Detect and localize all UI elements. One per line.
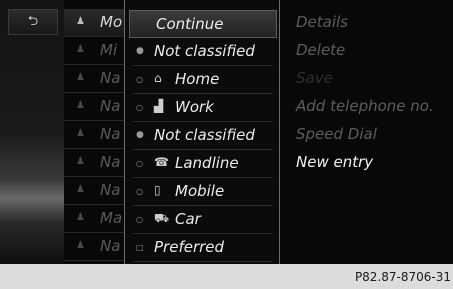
contact-name: Mo <box>100 13 123 31</box>
option-delete[interactable]: Delete <box>296 41 345 59</box>
person-icon: ♟ <box>76 72 85 83</box>
radio-button-icon: ○ <box>136 75 143 84</box>
contact-name: Na <box>100 125 121 143</box>
continue-label: Continue <box>156 15 224 33</box>
contact-list-item[interactable]: ♟ Na <box>64 121 124 149</box>
left-panel: ⮌ <box>0 0 64 264</box>
phone-number-category-menu: Continue ● Not classified ○ ⌂ Home ○ ▟ Work ● Not… <box>124 0 280 264</box>
display-screen: ⮌ ♟ Mo ♟ Mi ♟ Na ♟ Na ♟ Na ♟ Na ♟ Na ♟ Ma ♟ Na ♟Ne Continu… <box>0 0 453 264</box>
options-menu: Details Delete Save Add telephone no. Speed … <box>280 0 453 264</box>
work-icon: ▟ <box>154 99 164 113</box>
back-arrow-icon: ⮌ <box>27 14 39 29</box>
contact-list: ♟ Mo ♟ Mi ♟ Na ♟ Na ♟ Na ♟ Na ♟ Na ♟ Ma ♟ Na ♟Ne <box>64 9 124 261</box>
person-icon: ♟ <box>76 16 85 27</box>
contact-name: Na <box>100 237 121 255</box>
car-icon: ⛟ <box>154 211 170 225</box>
person-icon: ♟ <box>76 128 85 139</box>
menu-item-label: Not classified <box>154 42 255 60</box>
menu-item-label: Mobile <box>175 182 225 200</box>
contact-list-item[interactable]: ♟ Na <box>64 177 124 205</box>
person-icon: ♟ <box>76 44 85 55</box>
radio-button-icon: ○ <box>136 187 143 196</box>
contact-name: Na <box>100 97 121 115</box>
menu-item-not-classified[interactable]: ● Not classified <box>125 122 279 150</box>
menu-item-home[interactable]: ○ ⌂ Home <box>125 66 279 94</box>
contact-list-item[interactable]: ♟ Mi <box>64 37 124 65</box>
person-icon: ♟ <box>76 212 85 223</box>
contact-list-item[interactable]: ♟ Na <box>64 65 124 93</box>
menu-item-label: Home <box>175 70 220 88</box>
option-save[interactable]: Save <box>296 69 333 87</box>
contact-name: Na <box>100 69 121 87</box>
figure-caption: P82.87-8706-31 <box>354 270 451 284</box>
selected-dot-icon: ● <box>136 130 144 140</box>
contact-list-item[interactable]: ♟ Na <box>64 93 124 121</box>
landline-phone-icon: ☎ <box>154 155 169 169</box>
menu-item-work[interactable]: ○ ▟ Work <box>125 94 279 122</box>
contact-list-item[interactable]: ♟ Ma <box>64 205 124 233</box>
person-icon: ♟ <box>76 156 85 167</box>
menu-item-label: Not classified <box>154 126 255 144</box>
contact-list-item[interactable]: ♟ Na <box>64 233 124 261</box>
option-details[interactable]: Details <box>296 13 348 31</box>
menu-item-label: Work <box>175 98 214 116</box>
contact-list-item[interactable]: ♟Ne <box>64 261 124 264</box>
checkbox-icon: □ <box>136 243 144 252</box>
contact-name: Na <box>100 153 121 171</box>
continue-button[interactable]: Continue <box>129 10 277 38</box>
person-icon: ♟ <box>76 100 85 111</box>
person-icon: ♟ <box>76 240 85 251</box>
menu-item-label: Landline <box>175 154 239 172</box>
menu-item-label: Car <box>175 210 201 228</box>
option-new-entry[interactable]: New entry <box>296 153 373 171</box>
contact-name: Ma <box>100 209 123 227</box>
menu-item-landline[interactable]: ○ ☎ Landline <box>125 150 279 178</box>
contact-list-item[interactable]: ♟ Mo <box>64 9 124 37</box>
back-button[interactable]: ⮌ <box>8 9 58 35</box>
contact-list-item[interactable]: ♟ Na <box>64 149 124 177</box>
radio-button-icon: ○ <box>136 215 143 224</box>
contact-name: Na <box>100 181 121 199</box>
option-speed-dial[interactable]: Speed Dial <box>296 125 377 143</box>
contact-name: Mi <box>100 41 118 59</box>
menu-item-not-classified[interactable]: ● Not classified <box>125 38 279 66</box>
menu-item-mobile[interactable]: ○ ▯ Mobile <box>125 178 279 206</box>
person-icon: ♟ <box>76 184 85 195</box>
radio-button-icon: ○ <box>136 159 143 168</box>
mobile-phone-icon: ▯ <box>154 183 161 197</box>
home-icon: ⌂ <box>154 71 162 85</box>
radio-button-icon: ○ <box>136 103 143 112</box>
selected-dot-icon: ● <box>136 46 144 56</box>
menu-item-label: Preferred <box>154 238 225 256</box>
menu-item-preferred[interactable]: □ Preferred <box>125 234 279 262</box>
option-add-telephone-no[interactable]: Add telephone no. <box>296 97 434 115</box>
menu-item-car[interactable]: ○ ⛟ Car <box>125 206 279 234</box>
